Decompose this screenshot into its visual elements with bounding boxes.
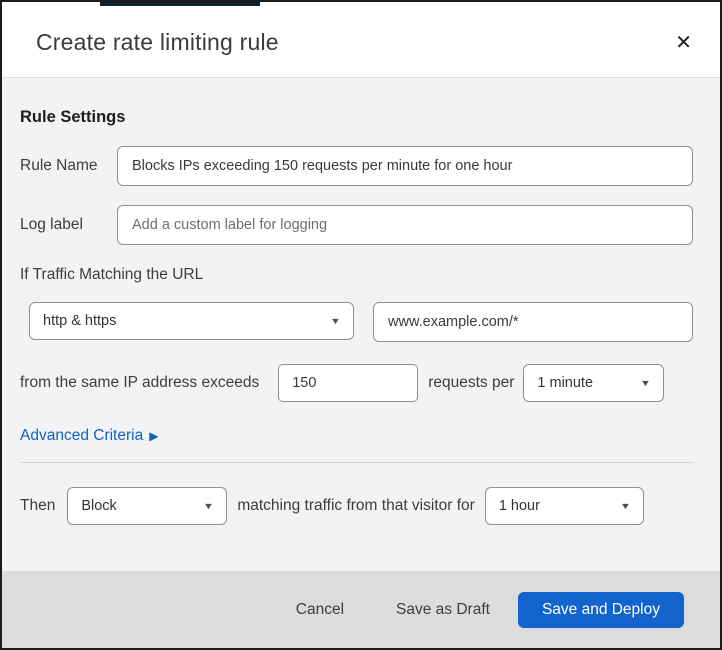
period-select-value: 1 minute <box>537 375 594 391</box>
dialog-header: Create rate limiting rule ✕ <box>2 2 720 78</box>
threshold-row: from the same IP address exceeds request… <box>20 364 693 402</box>
rule-name-label: Rule Name <box>20 157 98 174</box>
log-label-label: Log label <box>20 216 83 233</box>
duration-select-value: 1 hour <box>498 498 540 514</box>
rule-name-input[interactable] <box>117 146 693 186</box>
chevron-down-icon: ▼ <box>329 316 342 326</box>
traffic-match-row: http & https ▼ <box>20 302 693 342</box>
advanced-criteria-label: Advanced Criteria <box>20 427 144 444</box>
scheme-select[interactable]: http & https ▼ <box>29 302 354 340</box>
chevron-down-icon: ▼ <box>203 501 215 511</box>
arrow-right-icon: ▶ <box>149 429 159 443</box>
chevron-down-icon: ▼ <box>640 378 652 388</box>
then-middle-text: matching traffic from that visitor for <box>237 497 475 514</box>
action-select-value: Block <box>81 498 117 514</box>
dialog-body: Rule Settings Rule Name Log label If Tra… <box>2 78 720 571</box>
section-divider <box>20 462 693 463</box>
duration-select[interactable]: 1 hour ▼ <box>484 487 644 525</box>
traffic-match-heading: If Traffic Matching the URL <box>20 266 204 283</box>
create-rate-limiting-rule-dialog: Create rate limiting rule ✕ Rule Setting… <box>0 0 722 650</box>
request-count-input[interactable] <box>278 364 419 402</box>
advanced-criteria-link[interactable]: Advanced Criteria ▶ <box>20 427 158 445</box>
then-label: Then <box>20 497 56 514</box>
close-icon[interactable]: ✕ <box>669 29 698 57</box>
rule-name-row: Rule Name <box>20 146 693 186</box>
url-pattern-input[interactable] <box>373 302 693 342</box>
log-label-input[interactable] <box>117 205 693 245</box>
rule-settings-heading: Rule Settings <box>20 108 126 126</box>
action-select[interactable]: Block ▼ <box>67 487 228 525</box>
save-and-deploy-button[interactable]: Save and Deploy <box>517 591 684 628</box>
log-label-row: Log label <box>20 205 693 245</box>
dialog-title: Create rate limiting rule <box>36 29 279 55</box>
cancel-button[interactable]: Cancel <box>286 593 354 627</box>
save-as-draft-button[interactable]: Save as Draft <box>386 593 500 627</box>
background-page-strip <box>100 2 260 6</box>
then-row: Then Block ▼ matching traffic from that … <box>20 487 693 525</box>
threshold-middle-text: requests per <box>428 374 515 391</box>
threshold-prefix-text: from the same IP address exceeds <box>20 374 260 391</box>
scheme-select-value: http & https <box>43 313 117 329</box>
dialog-footer: Cancel Save as Draft Save and Deploy <box>2 571 720 648</box>
chevron-down-icon: ▼ <box>619 501 631 511</box>
period-select[interactable]: 1 minute ▼ <box>523 364 665 402</box>
